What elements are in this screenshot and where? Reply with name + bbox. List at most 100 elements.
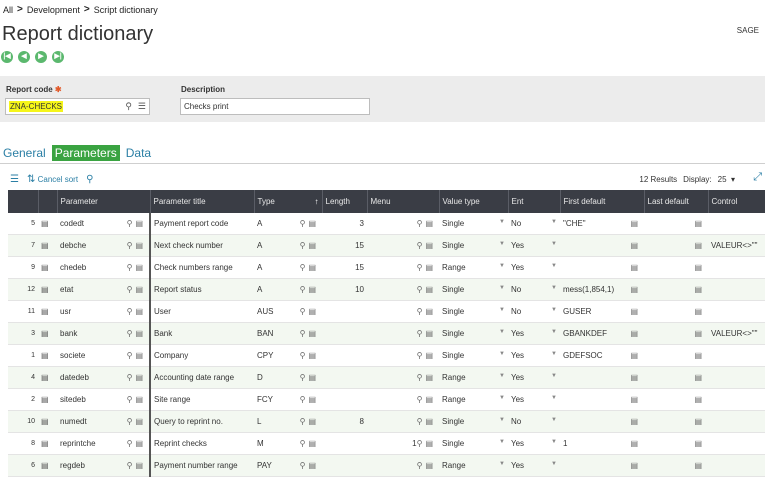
type-cell[interactable]: A ⚲▤ bbox=[254, 234, 322, 257]
menu-cell[interactable]: ⚲▤ bbox=[367, 344, 439, 367]
last-default-cell[interactable]: ▤ bbox=[644, 388, 708, 411]
type-cell[interactable]: CPY ⚲▤ bbox=[254, 344, 322, 367]
length-cell[interactable]: 10 bbox=[322, 278, 367, 301]
lookup-icons[interactable]: ⚲▤ bbox=[417, 263, 436, 272]
value-type-cell[interactable]: Single ▼ bbox=[439, 234, 508, 257]
formula-icon[interactable]: ▤ bbox=[694, 417, 705, 426]
tab-general[interactable]: General bbox=[0, 145, 49, 161]
type-cell[interactable]: BAN ⚲▤ bbox=[254, 322, 322, 345]
formula-icon[interactable]: ▤ bbox=[694, 351, 705, 360]
length-cell[interactable]: 3 bbox=[322, 213, 367, 235]
control-cell[interactable] bbox=[708, 256, 765, 279]
report-code-field[interactable]: ZNA-CHECKS ⚲ ☰ bbox=[5, 98, 150, 115]
menu-cell[interactable]: 1 ⚲▤ bbox=[367, 432, 439, 455]
formula-icon[interactable]: ▤ bbox=[630, 461, 641, 470]
dropdown-arrow-icon[interactable]: ▼ bbox=[551, 241, 557, 247]
last-default-cell[interactable]: ▤ bbox=[644, 213, 708, 235]
dropdown-arrow-icon[interactable]: ▼ bbox=[499, 417, 505, 423]
header-control[interactable]: Control bbox=[708, 190, 765, 213]
parameter-cell[interactable]: etat ⚲▤ bbox=[57, 278, 151, 301]
menu-cell[interactable]: ⚲▤ bbox=[367, 322, 439, 345]
row-detail-icon[interactable]: ▤ bbox=[38, 344, 57, 367]
last-default-cell[interactable]: ▤ bbox=[644, 300, 708, 323]
dropdown-arrow-icon[interactable]: ▼ bbox=[551, 395, 557, 401]
first-default-cell[interactable]: GBANKDEF ▤ bbox=[560, 322, 644, 345]
last-default-cell[interactable]: ▤ bbox=[644, 454, 708, 477]
formula-icon[interactable]: ▤ bbox=[694, 329, 705, 338]
dropdown-arrow-icon[interactable]: ▼ bbox=[499, 285, 505, 291]
description-field[interactable]: Checks print bbox=[180, 98, 370, 115]
length-cell[interactable]: 15 bbox=[322, 234, 367, 257]
length-cell[interactable]: 8 bbox=[322, 410, 367, 433]
type-cell[interactable]: A ⚲▤ bbox=[254, 256, 322, 279]
control-cell[interactable] bbox=[708, 213, 765, 235]
expand-icon[interactable]: ⤢ bbox=[753, 171, 762, 184]
lookup-icons[interactable]: ⚲▤ bbox=[417, 351, 436, 360]
value-type-cell[interactable]: Range ▼ bbox=[439, 454, 508, 477]
parameter-cell[interactable]: chedeb ⚲▤ bbox=[57, 256, 151, 279]
parameter-cell[interactable]: regdeb ⚲▤ bbox=[57, 454, 151, 477]
formula-icon[interactable]: ▤ bbox=[694, 373, 705, 382]
last-default-cell[interactable]: ▤ bbox=[644, 344, 708, 367]
lookup-icons[interactable]: ⚲▤ bbox=[417, 373, 436, 382]
table-row[interactable]: 8 ▤ reprintche ⚲▤ Reprint checks M ⚲▤ 1 ⚲▤… bbox=[8, 432, 765, 455]
lookup-icons[interactable]: ⚲▤ bbox=[127, 241, 146, 250]
row-detail-icon[interactable]: ▤ bbox=[38, 234, 57, 257]
table-row[interactable]: 1 ▤ societe ⚲▤ Company CPY ⚲▤ ⚲▤ Single ▼ Y… bbox=[8, 344, 765, 367]
dropdown-arrow-icon[interactable]: ▼ bbox=[551, 219, 557, 225]
ent-cell[interactable]: Yes ▼ bbox=[508, 432, 560, 455]
header-parameter-title[interactable]: Parameter title bbox=[150, 190, 255, 213]
dropdown-arrow-icon[interactable]: ▼ bbox=[551, 461, 557, 467]
lookup-icons[interactable]: ⚲▤ bbox=[127, 395, 146, 404]
length-cell[interactable] bbox=[322, 366, 367, 389]
header-length[interactable]: Length bbox=[322, 190, 368, 213]
previous-record-icon[interactable]: ◀ bbox=[18, 51, 30, 63]
lookup-icons[interactable]: ⚲▤ bbox=[417, 241, 436, 250]
lookup-icons[interactable]: ⚲▤ bbox=[127, 329, 146, 338]
table-row[interactable]: 5 ▤ codedt ⚲▤ Payment report code A ⚲▤ 3 ⚲… bbox=[8, 213, 765, 235]
table-row[interactable]: 10 ▤ numedt ⚲▤ Query to reprint no. L ⚲▤ 8… bbox=[8, 410, 765, 433]
dropdown-arrow-icon[interactable]: ▼ bbox=[499, 219, 505, 225]
formula-icon[interactable]: ▤ bbox=[630, 439, 641, 448]
parameter-title-cell[interactable]: Check numbers range bbox=[150, 256, 254, 279]
ent-cell[interactable]: Yes ▼ bbox=[508, 322, 560, 345]
formula-icon[interactable]: ▤ bbox=[694, 263, 705, 272]
row-detail-icon[interactable]: ▤ bbox=[38, 454, 57, 477]
parameter-cell[interactable]: datedeb ⚲▤ bbox=[57, 366, 151, 389]
lookup-icons[interactable]: ⚲▤ bbox=[127, 307, 146, 316]
control-cell[interactable]: VALEUR<>"" bbox=[708, 234, 765, 257]
length-cell[interactable] bbox=[322, 432, 367, 455]
row-detail-icon[interactable]: ▤ bbox=[38, 366, 57, 389]
value-type-cell[interactable]: Single ▼ bbox=[439, 213, 508, 235]
formula-icon[interactable]: ▤ bbox=[630, 263, 641, 272]
lookup-icons[interactable]: ⚲▤ bbox=[300, 351, 319, 360]
parameter-cell[interactable]: reprintche ⚲▤ bbox=[57, 432, 151, 455]
ent-cell[interactable]: Yes ▼ bbox=[508, 256, 560, 279]
lookup-icons[interactable]: ⚲▤ bbox=[127, 417, 146, 426]
dropdown-arrow-icon[interactable]: ▼ bbox=[499, 439, 505, 445]
last-default-cell[interactable]: ▤ bbox=[644, 234, 708, 257]
formula-icon[interactable]: ▤ bbox=[630, 241, 641, 250]
parameter-cell[interactable]: sitedeb ⚲▤ bbox=[57, 388, 151, 411]
formula-icon[interactable]: ▤ bbox=[630, 395, 641, 404]
value-type-cell[interactable]: Single ▼ bbox=[439, 278, 508, 301]
formula-icon[interactable]: ▤ bbox=[630, 285, 641, 294]
row-detail-icon[interactable]: ▤ bbox=[38, 213, 57, 235]
columns-icon[interactable]: ☰ bbox=[10, 174, 19, 185]
header-menu[interactable]: Menu bbox=[367, 190, 440, 213]
formula-icon[interactable]: ▤ bbox=[694, 285, 705, 294]
dropdown-arrow-icon[interactable]: ▼ bbox=[551, 439, 557, 445]
ent-cell[interactable]: No ▼ bbox=[508, 213, 560, 235]
formula-icon[interactable]: ▤ bbox=[694, 439, 705, 448]
type-cell[interactable]: PAY ⚲▤ bbox=[254, 454, 322, 477]
ent-cell[interactable]: Yes ▼ bbox=[508, 454, 560, 477]
first-record-icon[interactable]: |◀ bbox=[1, 51, 13, 63]
lookup-icons[interactable]: ⚲▤ bbox=[417, 285, 436, 294]
value-type-cell[interactable]: Single ▼ bbox=[439, 322, 508, 345]
first-default-cell[interactable]: ▤ bbox=[560, 366, 644, 389]
dropdown-arrow-icon[interactable]: ▼ bbox=[499, 395, 505, 401]
value-type-cell[interactable]: Range ▼ bbox=[439, 388, 508, 411]
dropdown-arrow-icon[interactable]: ▼ bbox=[551, 263, 557, 269]
header-last-default[interactable]: Last default bbox=[644, 190, 709, 213]
control-cell[interactable] bbox=[708, 388, 765, 411]
